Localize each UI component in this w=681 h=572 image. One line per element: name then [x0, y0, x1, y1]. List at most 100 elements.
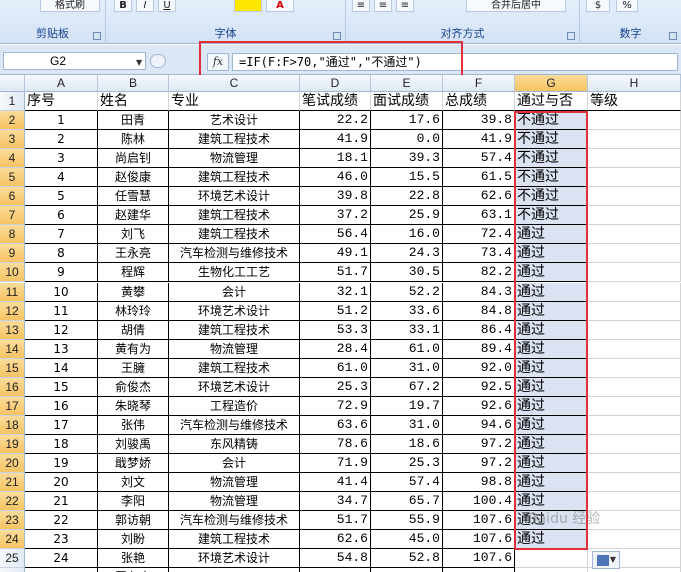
row-header-24[interactable]: 24 [0, 530, 25, 550]
cell-total[interactable]: 63.1 [443, 206, 515, 226]
column-header-b[interactable]: B [98, 75, 169, 92]
cell-no[interactable]: 9 [25, 263, 98, 283]
row-header-10[interactable]: 10 [0, 263, 25, 283]
cell-no[interactable]: 17 [25, 415, 98, 435]
cell-interview[interactable]: 33.1 [371, 320, 443, 340]
column-header-g[interactable]: G [515, 75, 588, 92]
header-cell-g[interactable]: 通过与否 [515, 92, 588, 112]
cell-total[interactable]: 92.6 [443, 396, 515, 416]
cell-total[interactable]: 84.3 [443, 282, 515, 302]
cell-major[interactable]: 东风精铸 [169, 434, 300, 454]
cell-name[interactable]: 刘盼 [98, 530, 169, 550]
cell-name[interactable]: 刘飞 [98, 225, 169, 245]
cell-no[interactable]: 12 [25, 320, 98, 340]
cell-interview[interactable]: 57.4 [371, 473, 443, 493]
cell-no[interactable]: 8 [25, 244, 98, 264]
cell-no[interactable]: 21 [25, 492, 98, 512]
row-header-2[interactable]: 2 [0, 111, 25, 131]
cell-major[interactable]: 汽车检测与维修技术 [169, 415, 300, 435]
header-cell-a[interactable]: 序号 [25, 92, 98, 112]
row-header-1[interactable]: 1 [0, 92, 25, 112]
row-header-25[interactable]: 25 [0, 549, 25, 569]
row-header-16[interactable]: 16 [0, 377, 25, 397]
cell-written[interactable]: 71.9 [300, 453, 371, 473]
cell-written[interactable]: 18.1 [300, 149, 371, 169]
cell-written[interactable]: 63.6 [300, 415, 371, 435]
name-box[interactable]: G2 [3, 52, 146, 70]
cell-major[interactable]: 会计 [169, 453, 300, 473]
cell-interview[interactable]: 33.6 [371, 301, 443, 321]
cell-interview[interactable]: 16.0 [371, 225, 443, 245]
cell-no[interactable]: 19 [25, 453, 98, 473]
align-right-button[interactable]: ≡ [396, 0, 414, 12]
cell-interview[interactable]: 67.2 [371, 377, 443, 397]
cell-h[interactable] [588, 320, 681, 340]
cell-total[interactable] [443, 568, 515, 572]
cell-name[interactable]: 任雪慧 [98, 187, 169, 207]
cell-interview[interactable]: 52.2 [371, 282, 443, 302]
merge-center-button[interactable]: 合并后居中 [466, 0, 566, 12]
cell-written[interactable]: 28.4 [300, 339, 371, 359]
cell-major[interactable]: 汽车检测与维修技术 [169, 511, 300, 531]
cell-total[interactable]: 98.8 [443, 473, 515, 493]
row-header-22[interactable]: 22 [0, 492, 25, 512]
cell-major[interactable]: 建筑工程技术 [169, 225, 300, 245]
cell-total[interactable]: 57.4 [443, 149, 515, 169]
cell-written[interactable]: 56.4 [300, 225, 371, 245]
cell-written[interactable]: 37.2 [300, 206, 371, 226]
cell-no[interactable]: 1 [25, 111, 98, 131]
cell-name[interactable]: 林玲玲 [98, 301, 169, 321]
cell-total[interactable]: 94.6 [443, 415, 515, 435]
cell-no[interactable]: 10 [25, 282, 98, 302]
cell-interview[interactable]: 39.3 [371, 149, 443, 169]
cell-h[interactable] [588, 301, 681, 321]
cell-interview[interactable]: 17.6 [371, 111, 443, 131]
cell-name[interactable]: 郭访朝 [98, 511, 169, 531]
cell-total[interactable]: 84.8 [443, 301, 515, 321]
cell-written[interactable]: 32.1 [300, 282, 371, 302]
cell-total[interactable]: 73.4 [443, 244, 515, 264]
cell-interview[interactable]: 31.0 [371, 415, 443, 435]
cell-h[interactable] [588, 282, 681, 302]
row-header-3[interactable]: 3 [0, 130, 25, 150]
align-center-button[interactable]: ≡ [374, 0, 392, 12]
cell-interview[interactable]: 15.5 [371, 168, 443, 188]
cell-interview[interactable]: 25.3 [371, 453, 443, 473]
row-header-23[interactable]: 23 [0, 511, 25, 531]
cell-total[interactable]: 107.6 [443, 530, 515, 550]
row-header-15[interactable]: 15 [0, 358, 25, 378]
cell-h[interactable] [588, 206, 681, 226]
row-header-4[interactable]: 4 [0, 149, 25, 169]
column-header-a[interactable]: A [25, 75, 98, 92]
cell-name[interactable]: 刘骏禹 [98, 434, 169, 454]
cell-written[interactable]: 51.2 [300, 301, 371, 321]
font-dialog-launcher-icon[interactable] [333, 32, 341, 40]
row-header-17[interactable]: 17 [0, 396, 25, 416]
cell-total[interactable]: 97.2 [443, 453, 515, 473]
cell-no[interactable]: 2 [25, 130, 98, 150]
cell-h[interactable] [588, 339, 681, 359]
row-header-7[interactable]: 7 [0, 206, 25, 226]
underline-button[interactable]: U [158, 0, 176, 12]
cell-major[interactable]: 建筑工程技术 [169, 130, 300, 150]
column-header-f[interactable]: F [443, 75, 515, 92]
cell-no[interactable]: 23 [25, 530, 98, 550]
cell-major[interactable]: 建筑工程技术 [169, 168, 300, 188]
cell-written[interactable]: 78.6 [300, 434, 371, 454]
cell-no[interactable]: 20 [25, 473, 98, 493]
cell-total[interactable]: 97.2 [443, 434, 515, 454]
paste-options-button[interactable]: ▼ [592, 551, 620, 569]
row-header-11[interactable]: 11 [0, 282, 25, 302]
cell-h[interactable] [588, 130, 681, 150]
cell-name[interactable]: 王永亮 [98, 244, 169, 264]
cell-h[interactable] [588, 149, 681, 169]
format-painter-button[interactable]: 格式刷 [40, 0, 100, 12]
cell-no[interactable]: 18 [25, 434, 98, 454]
cell-major[interactable]: 物流管理 [169, 339, 300, 359]
cell-major[interactable]: 环境艺术设计 [169, 549, 300, 569]
cell-interview[interactable]: 19.7 [371, 396, 443, 416]
cell-major[interactable]: 艺术设计 [169, 111, 300, 131]
cell-h[interactable] [588, 434, 681, 454]
row-header-8[interactable]: 8 [0, 225, 25, 245]
cell-no[interactable]: 3 [25, 149, 98, 169]
